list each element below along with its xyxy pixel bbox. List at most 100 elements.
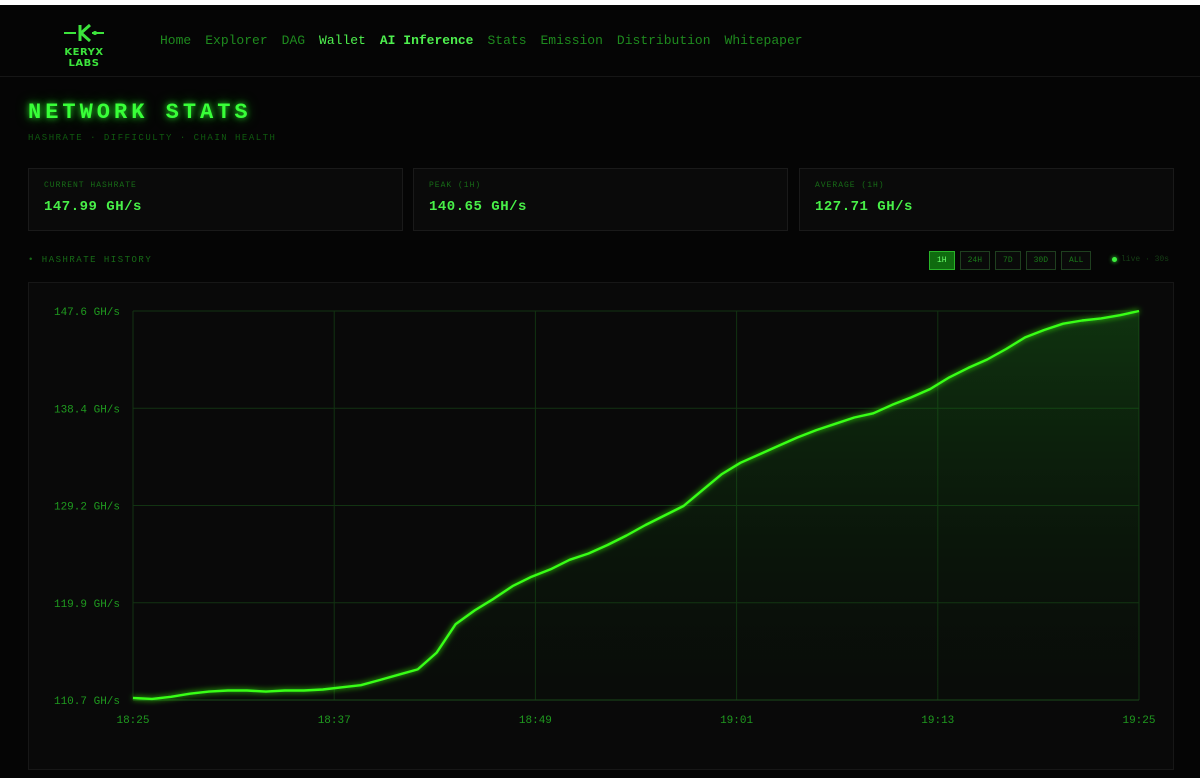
hashrate-data-point — [227, 689, 229, 691]
hashrate-data-point — [492, 598, 494, 600]
hashrate-data-point — [986, 358, 988, 360]
live-indicator: live · 30s — [1112, 255, 1169, 264]
hashrate-data-point — [568, 559, 570, 561]
hashrate-data-point — [606, 544, 608, 546]
hashrate-data-point — [758, 453, 760, 455]
stat-card-peak: PEAK (1H) 140.65 GH/s — [413, 168, 788, 231]
hashrate-data-point — [1119, 314, 1121, 316]
stat-card-label: CURRENT HASHRATE — [44, 181, 137, 190]
hashrate-data-point — [872, 412, 874, 414]
hashrate-data-point — [701, 489, 703, 491]
hashrate-data-point — [454, 623, 456, 625]
hashrate-data-point — [530, 575, 532, 577]
range-button-7d[interactable]: 7D — [995, 251, 1021, 270]
hashrate-data-point — [834, 423, 836, 425]
nav-item-stats[interactable]: Stats — [487, 33, 526, 48]
hashrate-data-point — [246, 689, 248, 691]
hashrate-data-point — [1062, 322, 1064, 324]
hashrate-data-point — [379, 679, 381, 681]
stat-card-value: 147.99 GH/s — [44, 199, 142, 215]
y-tick-label: 129.2 GH/s — [54, 502, 120, 514]
nav-item-wallet[interactable]: Wallet — [319, 33, 366, 48]
x-tick-label: 18:25 — [116, 715, 149, 727]
page-subtitle: HASHRATE · DIFFICULTY · CHAIN HEALTH — [28, 133, 277, 143]
hashrate-data-point — [967, 367, 969, 369]
hashrate-data-point — [170, 696, 172, 698]
y-tick-label: 119.9 GH/s — [54, 599, 120, 611]
y-tick-label: 110.7 GH/s — [54, 696, 120, 708]
hashrate-data-point — [189, 692, 191, 694]
hashrate-data-point — [341, 686, 343, 688]
hashrate-data-point — [1100, 317, 1102, 319]
hashrate-data-point — [360, 684, 362, 686]
hashrate-data-point — [549, 568, 551, 570]
live-text: live · 30s — [1121, 255, 1170, 264]
stat-card-average: AVERAGE (1H) 127.71 GH/s — [799, 168, 1174, 231]
hashrate-chart-panel: 147.6 GH/s 138.4 GH/s 129.2 GH/s 119.9 GH/s… — [28, 282, 1174, 770]
nav-item-emission[interactable]: Emission — [541, 33, 603, 48]
main-nav: Home Explorer DAG Wallet AI Inference Stats Em… — [160, 33, 817, 48]
hashrate-data-point — [303, 689, 305, 691]
hashrate-data-point — [682, 505, 684, 507]
stat-card-value: 140.65 GH/s — [429, 199, 527, 215]
hashrate-data-point — [587, 552, 589, 554]
x-tick-label: 19:01 — [720, 715, 753, 727]
page-title: NETWORK STATS — [28, 100, 252, 125]
y-tick-label: 138.4 GH/s — [54, 404, 120, 416]
hashrate-data-point — [1138, 310, 1140, 312]
hashrate-data-point — [473, 609, 475, 611]
range-button-all[interactable]: ALL — [1061, 251, 1092, 270]
hashrate-data-point — [796, 436, 798, 438]
stat-card-label: PEAK (1H) — [429, 181, 482, 190]
hashrate-data-point — [777, 445, 779, 447]
hashrate-data-point — [511, 585, 513, 587]
hashrate-data-point — [625, 534, 627, 536]
nav-item-distribution[interactable]: Distribution — [617, 33, 711, 48]
hashrate-data-point — [132, 697, 134, 699]
brand-logo[interactable]: KERYX LABS — [48, 23, 120, 69]
hashrate-data-point — [1005, 348, 1007, 350]
nav-item-ai-inference[interactable]: AI Inference — [380, 33, 474, 48]
nav-item-home[interactable]: Home — [160, 33, 191, 48]
stat-card-current-hashrate: CURRENT HASHRATE 147.99 GH/s — [28, 168, 403, 231]
stat-card-value: 127.71 GH/s — [815, 199, 913, 215]
hashrate-data-point — [1043, 329, 1045, 331]
hashrate-data-point — [265, 690, 267, 692]
hashrate-data-point — [284, 689, 286, 691]
keryx-k-logo-icon — [64, 23, 104, 43]
nav-item-dag[interactable]: DAG — [282, 33, 305, 48]
hashrate-data-point — [1081, 319, 1083, 321]
hashrate-data-point — [929, 388, 931, 390]
live-dot-icon — [1112, 257, 1117, 262]
hashrate-data-point — [322, 688, 324, 690]
hashrate-data-point — [720, 473, 722, 475]
hashrate-data-point — [151, 698, 153, 700]
hashrate-data-point — [208, 690, 210, 692]
x-tick-label: 19:13 — [921, 715, 954, 727]
hashrate-data-point — [663, 514, 665, 516]
hashrate-data-point — [435, 651, 437, 653]
hashrate-data-point — [398, 673, 400, 675]
range-button-30d[interactable]: 30D — [1025, 251, 1057, 270]
hashrate-data-point — [644, 524, 646, 526]
x-tick-label: 18:37 — [318, 715, 351, 727]
hashrate-data-point — [910, 396, 912, 398]
hashrate-data-point — [1024, 336, 1026, 338]
brand-name: KERYX LABS — [64, 47, 104, 69]
hashrate-history-label: • HASHRATE HISTORY — [28, 255, 153, 265]
nav-item-whitepaper[interactable]: Whitepaper — [725, 33, 803, 48]
hashrate-data-point — [853, 416, 855, 418]
hashrate-chart: 147.6 GH/s 138.4 GH/s 129.2 GH/s 119.9 GH/s… — [54, 307, 1156, 727]
hashrate-data-point — [417, 668, 419, 670]
x-tick-label: 19:25 — [1122, 715, 1155, 727]
range-button-24h[interactable]: 24H — [959, 251, 991, 270]
time-range-selector: 1H 24H 7D 30D ALL — [929, 251, 1096, 270]
top-navigation-bar: KERYX LABS Home Explorer DAG Wallet AI Infer… — [0, 5, 1200, 77]
stat-card-label: AVERAGE (1H) — [815, 181, 885, 190]
hashrate-data-point — [948, 376, 950, 378]
hashrate-data-point — [815, 429, 817, 431]
hashrate-data-point — [739, 462, 741, 464]
nav-item-explorer[interactable]: Explorer — [205, 33, 267, 48]
hashrate-data-point — [891, 404, 893, 406]
range-button-1h[interactable]: 1H — [929, 251, 955, 270]
